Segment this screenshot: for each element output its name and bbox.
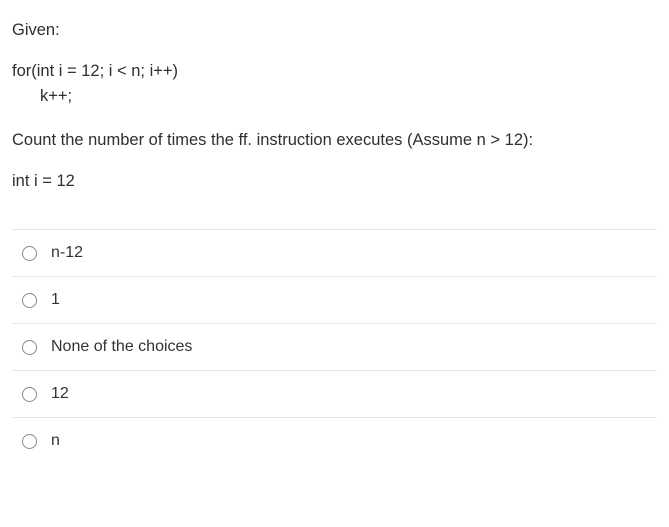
radio-icon [22,340,37,355]
radio-icon [22,387,37,402]
choice-label: 1 [51,291,60,309]
choice-label: 12 [51,385,69,403]
radio-icon [22,293,37,308]
prompt-target: int i = 12 [12,169,657,194]
choice-option[interactable]: None of the choices [12,324,657,371]
choice-label: None of the choices [51,338,192,356]
code-line-2: k++; [12,84,72,110]
prompt-intro: Given: [12,18,657,43]
code-block: for(int i = 12; i < n; i++) k++; [12,59,657,110]
choice-label: n-12 [51,244,83,262]
radio-icon [22,434,37,449]
choice-label: n [51,432,60,450]
choice-option[interactable]: n-12 [12,230,657,277]
code-line-1: for(int i = 12; i < n; i++) [12,62,178,80]
choice-option[interactable]: 12 [12,371,657,418]
question-container: Given: for(int i = 12; i < n; i++) k++; … [0,0,669,454]
choice-option[interactable]: n [12,418,657,454]
answer-choices: n-12 1 None of the choices 12 n [12,229,657,454]
prompt-ask: Count the number of times the ff. instru… [12,128,657,153]
question-prompt: Given: for(int i = 12; i < n; i++) k++; … [12,18,657,193]
radio-icon [22,246,37,261]
choice-option[interactable]: 1 [12,277,657,324]
